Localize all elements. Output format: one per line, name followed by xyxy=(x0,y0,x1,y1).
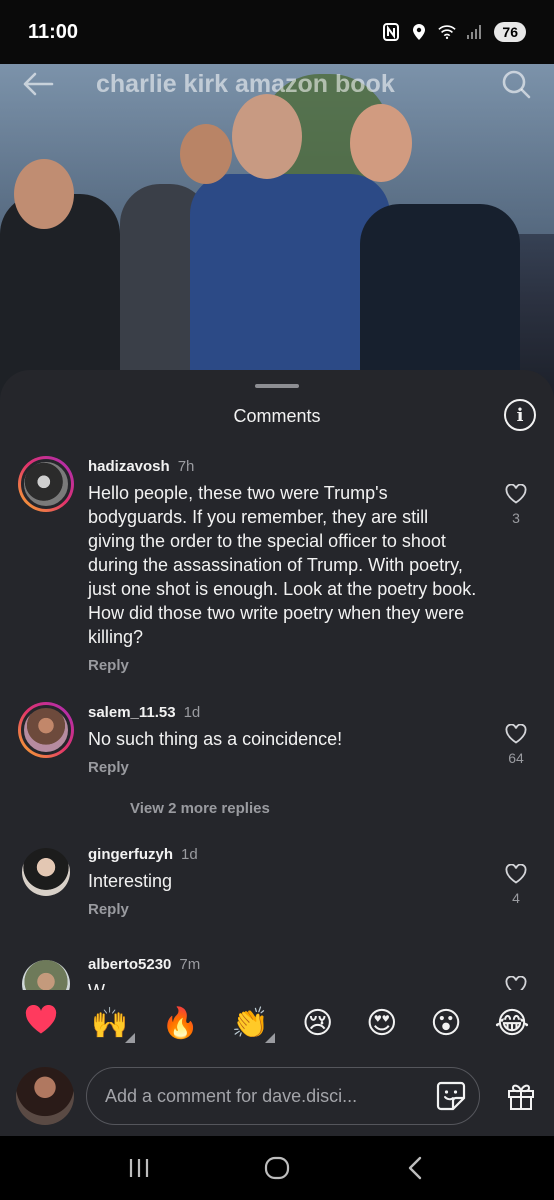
comment-time: 7h xyxy=(177,458,195,475)
comments-list[interactable]: hadizavosh 7h Hello people, these two wer… xyxy=(0,448,554,990)
reply-button[interactable]: Reply xyxy=(88,657,480,674)
info-button[interactable]: i xyxy=(504,399,536,431)
heart-icon xyxy=(505,724,527,744)
heart-icon xyxy=(505,484,527,504)
like-button[interactable] xyxy=(502,976,530,990)
nfc-icon xyxy=(382,23,400,41)
comment-body: salem_11.53 1d No such thing as a coincid… xyxy=(88,704,480,776)
emoji-raised-hands-button[interactable]: 🙌 xyxy=(91,1007,136,1043)
like-count: 4 xyxy=(512,890,520,906)
emoji-surprised-button[interactable]: 😮 xyxy=(430,1007,461,1041)
like-count: 64 xyxy=(508,750,524,766)
avatar[interactable] xyxy=(22,848,70,896)
avatar-image xyxy=(21,705,71,755)
status-icons: 76 xyxy=(382,22,526,42)
avatar[interactable] xyxy=(22,960,70,990)
comment-input-wrapper[interactable] xyxy=(86,1067,480,1125)
heart-icon xyxy=(505,976,527,990)
like-count: 3 xyxy=(512,510,520,526)
comment-time: 7m xyxy=(179,956,201,973)
gift-icon xyxy=(508,1084,534,1110)
comment-time: 1d xyxy=(183,704,201,721)
heart-icon xyxy=(505,864,527,884)
comment-text: Hello people, these two were Trump's bod… xyxy=(88,483,477,647)
signal-icon xyxy=(466,23,484,41)
view-more-replies-button[interactable]: View 2 more replies xyxy=(130,800,270,817)
search-icon xyxy=(502,70,531,99)
comments-sheet: Comments i hadizavosh 7h Hello people, th… xyxy=(0,370,554,1136)
comment-composer xyxy=(0,1056,554,1136)
back-button[interactable] xyxy=(20,66,56,102)
system-navigation-bar xyxy=(0,1136,554,1200)
comment-text: W... xyxy=(88,979,480,990)
comment-meta: hadizavosh 7h xyxy=(88,458,480,475)
video-head xyxy=(232,94,302,179)
video-head xyxy=(14,159,74,229)
info-icon: i xyxy=(516,404,524,426)
comment-meta: gingerfuzyh 1d xyxy=(88,846,480,863)
battery-indicator: 76 xyxy=(494,22,526,42)
emoji-heart-button[interactable] xyxy=(24,1004,58,1043)
location-icon xyxy=(410,23,428,41)
search-button[interactable] xyxy=(498,66,534,102)
reply-button[interactable]: Reply xyxy=(88,901,480,918)
comment-input[interactable] xyxy=(105,1085,433,1107)
home-button[interactable] xyxy=(257,1148,297,1188)
avatar-image xyxy=(21,459,71,509)
like-button[interactable]: 4 xyxy=(502,864,530,906)
sheet-title: Comments xyxy=(233,406,321,426)
comment-username[interactable]: gingerfuzyh xyxy=(88,846,173,863)
emoji-crying-button[interactable]: 😢 xyxy=(302,1007,333,1041)
like-button[interactable]: 64 xyxy=(502,724,530,766)
search-query-title[interactable]: charlie kirk amazon book xyxy=(96,70,395,99)
sheet-drag-handle[interactable] xyxy=(255,384,299,388)
sticker-button[interactable] xyxy=(433,1078,469,1114)
comment-text: No such thing as a coincidence! xyxy=(88,729,343,749)
emoji-laughing-button[interactable]: 😂 xyxy=(494,1007,529,1041)
comment-text: Interesting xyxy=(88,871,173,891)
avatar[interactable] xyxy=(18,456,74,512)
comment-username[interactable]: alberto5230 xyxy=(88,956,171,973)
emoji-clap-button[interactable]: 👏 xyxy=(232,1007,276,1043)
status-time: 11:00 xyxy=(28,20,79,43)
comment-time: 1d xyxy=(181,846,198,863)
reel-video[interactable] xyxy=(0,64,554,404)
like-button[interactable]: 3 xyxy=(502,484,530,526)
recent-apps-button[interactable] xyxy=(119,1148,159,1188)
wifi-icon xyxy=(438,23,457,41)
avatar[interactable] xyxy=(18,702,74,758)
app-header: charlie kirk amazon book xyxy=(0,64,554,104)
status-bar: 11:00 76 xyxy=(0,0,554,64)
reply-button[interactable]: Reply xyxy=(88,759,480,776)
video-head xyxy=(180,124,232,184)
comment-username[interactable]: salem_11.53 xyxy=(88,704,176,721)
comment-body: gingerfuzyh 1d Interesting Reply xyxy=(88,846,480,918)
back-nav-button[interactable] xyxy=(395,1148,435,1188)
emoji-reaction-bar: 🙌 🔥 👏 😢 😍 😮 😂 xyxy=(0,994,554,1054)
comment-username[interactable]: hadizavosh xyxy=(88,458,170,475)
comment-body: alberto5230 7m W... xyxy=(88,956,480,990)
comment-body: hadizavosh 7h Hello people, these two wer… xyxy=(88,458,480,674)
my-avatar[interactable] xyxy=(16,1067,74,1125)
back-chevron-icon xyxy=(408,1156,422,1180)
video-head xyxy=(350,104,412,182)
comment-meta: salem_11.53 1d xyxy=(88,704,480,721)
back-arrow-icon xyxy=(23,72,54,96)
gift-button[interactable] xyxy=(504,1079,538,1113)
home-icon xyxy=(264,1156,290,1180)
emoji-heart-eyes-button[interactable]: 😍 xyxy=(366,1007,397,1041)
sticker-icon xyxy=(436,1081,466,1111)
comment-meta: alberto5230 7m xyxy=(88,956,480,973)
red-heart-icon xyxy=(26,1004,57,1034)
emoji-fire-button[interactable]: 🔥 xyxy=(162,1007,199,1041)
recent-apps-icon xyxy=(129,1159,149,1177)
